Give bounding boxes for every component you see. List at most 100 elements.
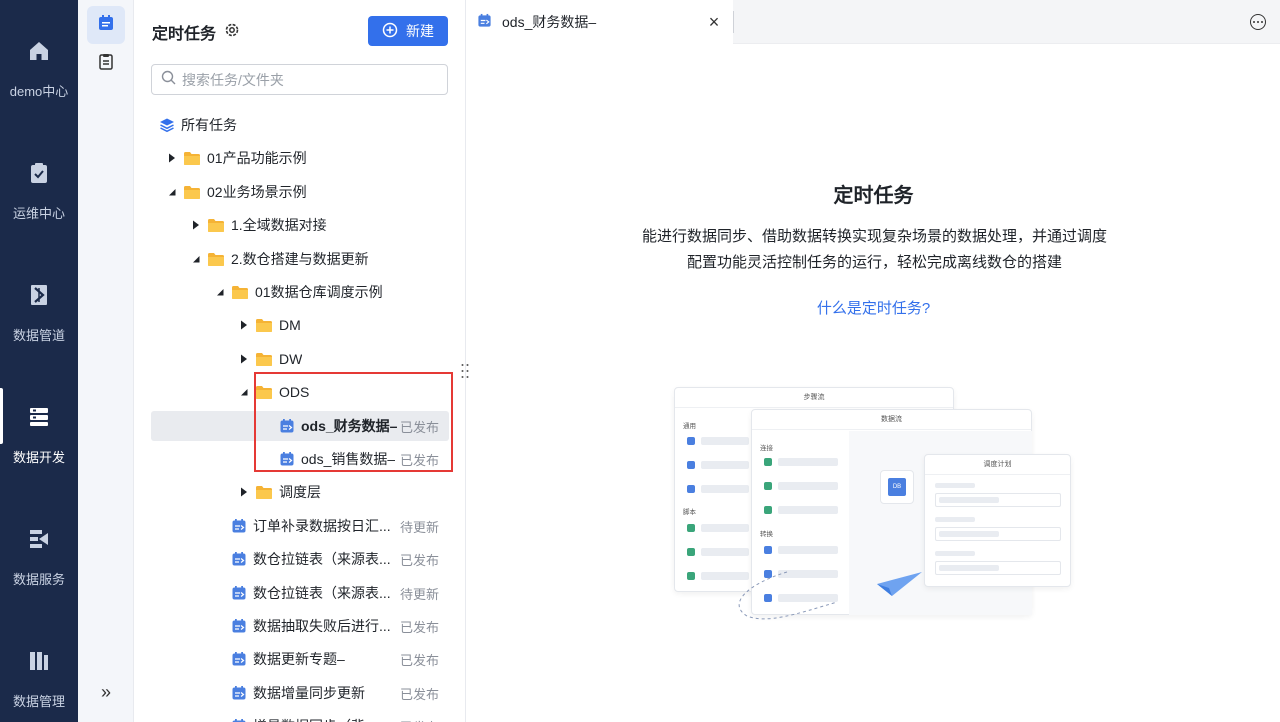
caret-down-icon[interactable] [167,187,177,197]
folder-icon [183,185,201,200]
nav-label: 数据管道 [12,328,65,343]
expand-rail-button[interactable]: » [96,682,116,702]
status-badge: 已发布 [399,686,439,702]
nav-label: demo中心 [9,84,69,99]
tree-task-row[interactable]: 数据增量同步更新 已发布 [151,678,449,708]
task-calendar-icon [231,685,247,701]
what-is-scheduled-task-link[interactable]: 什么是定时任务? [467,297,1280,318]
data-service-icon [26,526,52,551]
task-calendar-icon [477,13,492,31]
tree-folder-row[interactable]: 02业务场景示例 [151,177,449,207]
db-node: DB [880,470,914,504]
nav-item-ops-center[interactable]: 运维中心 [0,122,78,222]
tree-item-label: 2.数仓搭建与数据更新 [231,251,369,267]
app-root: demo中心 运维中心 数据管道 数据开发 数据服务 数据管理 » 定时任务 新… [0,0,1280,722]
new-task-button[interactable]: 新建 [368,16,448,46]
tree-item-label: 02业务场景示例 [207,184,307,200]
nav-item-data-manage[interactable]: 数据管理 [0,610,78,710]
tree-root-row[interactable]: 所有任务 [151,110,449,140]
task-calendar-icon [97,14,115,37]
tab-ods-finance[interactable]: ods_财务数据– × [467,0,733,44]
folder-icon [255,485,273,500]
card-section-label: 转换 [760,531,773,538]
status-badge: 已发布 [399,652,439,668]
tree-folder-row[interactable]: 调度层 [151,477,449,507]
task-calendar-icon [231,585,247,601]
task-calendar-icon [231,718,247,722]
status-badge: 待更新 [399,586,439,602]
folder-icon [231,285,249,300]
task-calendar-icon [231,618,247,634]
plus-circle-icon [382,22,398,41]
tree-item-label: 数据更新专题– [253,651,345,667]
paper-plane-icon [738,571,922,620]
tree-task-row[interactable]: 数据抽取失败后进行... 已发布 [151,611,449,641]
tree-folder-row[interactable]: 01数据仓库调度示例 [151,277,449,307]
tree-folder-row[interactable]: DW [151,344,449,374]
tree-task-row[interactable]: 数仓拉链表（来源表... 待更新 [151,578,449,608]
tree-item-label: 订单补录数据按日汇... [253,518,391,534]
caret-down-icon[interactable] [239,387,249,397]
caret-right-icon[interactable] [239,487,249,497]
nav-label: 数据服务 [12,572,65,587]
tree-folder-row[interactable]: 1.全域数据对接 [151,210,449,240]
task-panel: 定时任务 新建 所有任务 01产品功能示例 02业务场景示例 1.全域数据对接 2.数仓… [134,0,466,722]
nav-item-data-dev[interactable]: 数据开发 [0,366,78,466]
card-title: 步骤流 [675,388,953,408]
tree-task-row[interactable]: 数据更新专题– 已发布 [151,644,449,674]
layers-icon [159,117,175,133]
tree-item-label: 数仓拉链表（来源表... [253,585,391,601]
document-icon [97,53,115,76]
status-badge: 已发布 [400,717,439,722]
tree-item-label: 数仓拉链表（来源表... [253,551,391,567]
close-tab-button[interactable]: × [705,13,723,31]
card-title: 数据流 [752,410,1031,430]
nav-item-demo-center[interactable]: demo中心 [0,0,78,100]
tree-task-row[interactable]: 数仓拉链表（来源表... 已发布 [151,544,449,574]
tree-task-row[interactable]: 订单补录数据按日汇... 待更新 [151,511,449,541]
secondary-rail: » [78,0,134,722]
caret-right-icon[interactable] [191,220,201,230]
caret-down-icon[interactable] [191,254,201,264]
nav-label: 运维中心 [12,206,65,221]
task-calendar-icon [231,518,247,534]
tab-label: ods_财务数据– [502,14,597,30]
panel-title: 定时任务 [152,26,217,43]
tab-bar: ods_财务数据– × [467,0,1280,44]
document-rail-button[interactable] [87,45,125,83]
folder-icon [183,151,201,166]
nav-item-data-service[interactable]: 数据服务 [0,488,78,588]
tree-item-label: 01数据仓库调度示例 [255,284,383,300]
main-content: 定时任务 能进行数据同步、借助数据转换实现复杂场景的数据处理，并通过调度配置功能… [467,44,1280,722]
tree-folder-row[interactable]: 2.数仓搭建与数据更新 [151,244,449,274]
scheduled-task-rail-button[interactable] [87,6,125,44]
caret-right-icon[interactable] [239,320,249,330]
caret-right-icon[interactable] [239,354,249,364]
new-button-label: 新建 [406,23,434,39]
tree-item-label: 增量数据同步（背... [253,716,377,722]
home-icon [26,38,52,63]
primary-nav: demo中心 运维中心 数据管道 数据开发 数据服务 数据管理 [0,0,78,722]
tree-item-label: 01产品功能示例 [207,150,307,166]
nav-label: 数据管理 [12,694,65,709]
panel-header: 定时任务 [152,20,240,44]
settings-gear-icon[interactable] [224,22,240,43]
tree-item-label: 所有任务 [181,117,237,133]
more-options-button[interactable] [1250,14,1266,30]
tree-item-label: 调度层 [279,484,321,500]
tree-item-label: 数据抽取失败后进行... [253,618,391,634]
tree-item-label: DW [279,351,303,367]
empty-state-illustration: 步骤流 通用 脚本 数据流 连接 转换 DB 调度计划 [672,384,1072,624]
highlight-box [254,372,453,472]
tree-folder-row[interactable]: DM [151,310,449,340]
nav-item-data-pipeline[interactable]: 数据管道 [0,244,78,344]
tree-item-label: 数据增量同步更新 [253,685,365,701]
folder-icon [255,318,273,333]
caret-down-icon[interactable] [215,287,225,297]
tree-folder-row[interactable]: 01产品功能示例 [151,143,449,173]
tree-task-row[interactable]: 增量数据同步（背... 已发布 [151,711,449,722]
card-section-label: 连接 [760,445,773,452]
caret-right-icon[interactable] [167,153,177,163]
clipboard-check-icon [26,160,52,185]
search-input[interactable] [182,71,422,88]
